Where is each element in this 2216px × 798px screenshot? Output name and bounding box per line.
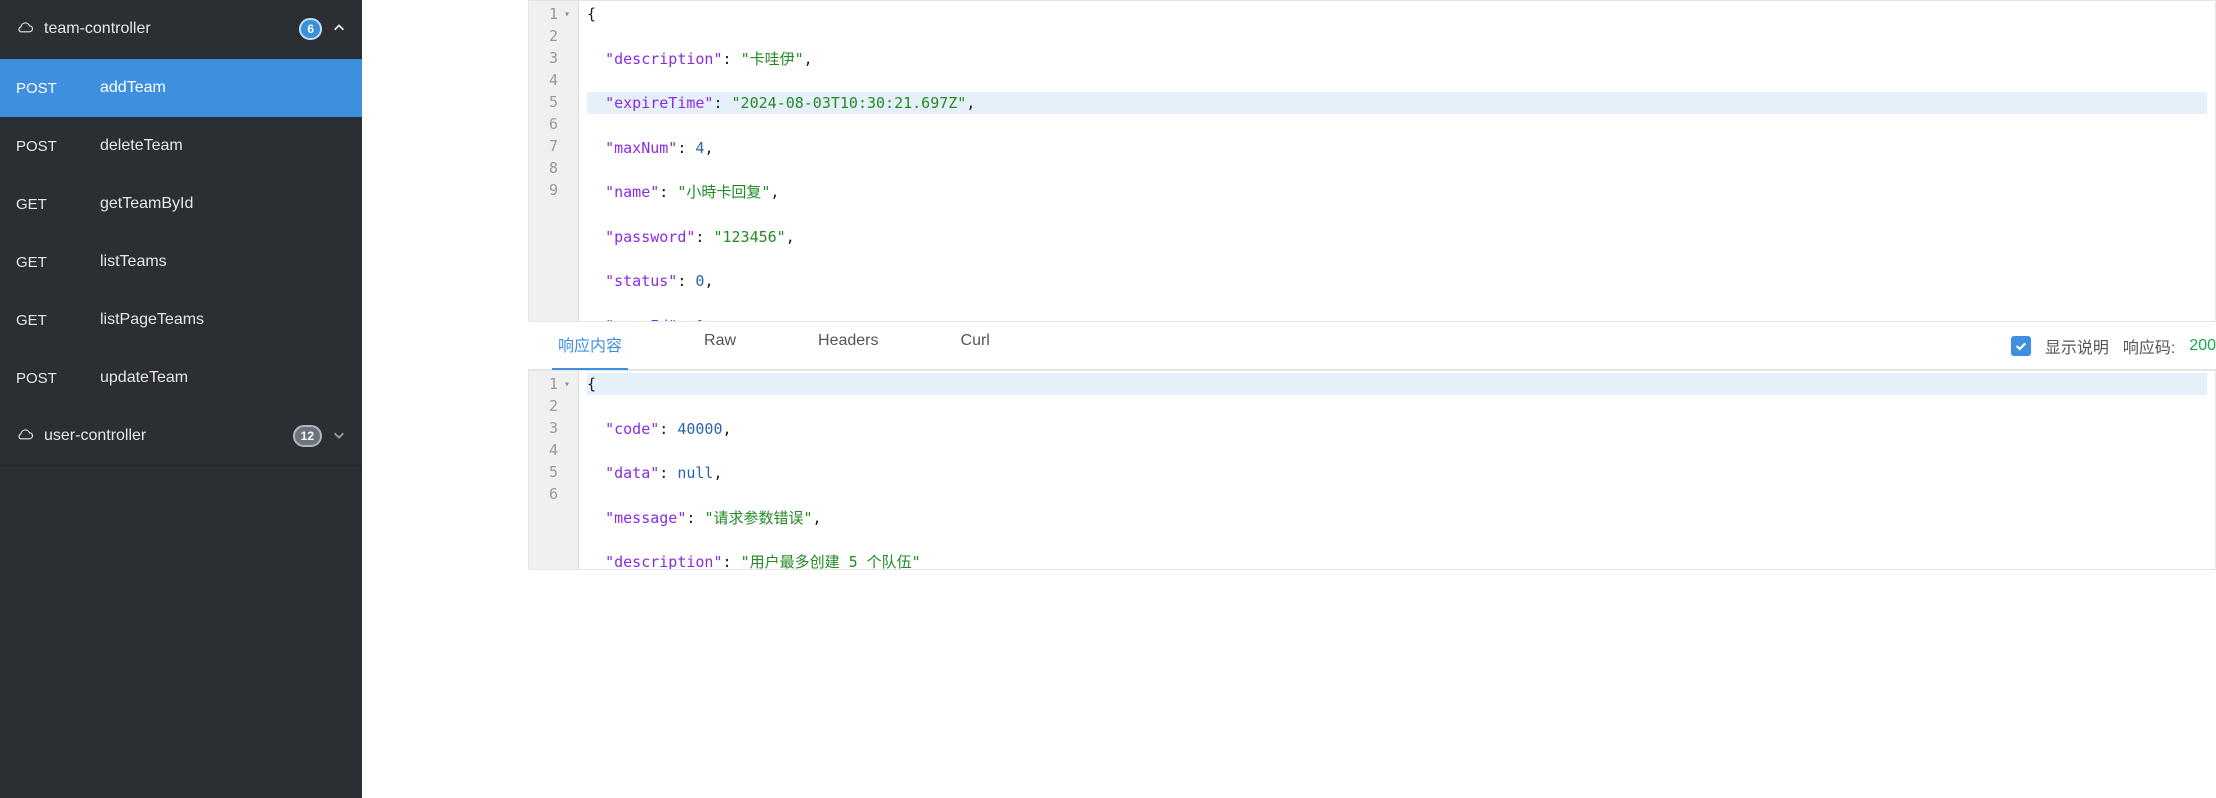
- tab-headers[interactable]: Headers: [812, 320, 884, 371]
- endpoint-count-badge: 6: [299, 18, 322, 40]
- endpoint-count-badge: 12: [293, 425, 322, 447]
- request-code[interactable]: { "description": "卡哇伊", "expireTime": "2…: [579, 1, 2215, 321]
- cloud-icon: [16, 428, 34, 444]
- response-code[interactable]: { "code": 40000, "data": null, "message"…: [579, 371, 2215, 569]
- endpoint-name: getTeamById: [100, 195, 193, 213]
- endpoint-deleteTeam[interactable]: POST deleteTeam: [0, 117, 362, 175]
- response-code-label: 响应码:: [2123, 334, 2175, 358]
- response-tabs-row: 响应内容 Raw Headers Curl 显示说明 响应码: 200: [528, 322, 2216, 370]
- method-label: GET: [16, 196, 72, 213]
- sidebar: team-controller 6 POST addTeam POST dele…: [0, 0, 362, 798]
- method-label: POST: [16, 370, 72, 387]
- endpoint-name: updateTeam: [100, 369, 188, 387]
- endpoint-name: deleteTeam: [100, 137, 183, 155]
- response-code-value: 200: [2189, 337, 2216, 355]
- method-label: POST: [16, 138, 72, 155]
- tab-raw[interactable]: Raw: [698, 320, 742, 371]
- controller-header-team[interactable]: team-controller 6: [0, 0, 362, 59]
- endpoint-listPageTeams[interactable]: GET listPageTeams: [0, 291, 362, 349]
- endpoints-list-team: POST addTeam POST deleteTeam GET getTeam…: [0, 59, 362, 407]
- controller-header-user[interactable]: user-controller 12: [0, 407, 362, 466]
- tab-curl[interactable]: Curl: [955, 320, 996, 371]
- show-description-label: 显示说明: [2045, 334, 2109, 358]
- response-body-editor[interactable]: 1▾23456 { "code": 40000, "data": null, "…: [528, 370, 2216, 570]
- response-gutter: 1▾23456: [529, 371, 579, 569]
- cloud-icon: [16, 21, 34, 37]
- endpoint-addTeam[interactable]: POST addTeam: [0, 59, 362, 117]
- endpoint-updateTeam[interactable]: POST updateTeam: [0, 349, 362, 407]
- endpoint-name: listPageTeams: [100, 311, 204, 329]
- method-label: GET: [16, 254, 72, 271]
- endpoint-getTeamById[interactable]: GET getTeamById: [0, 175, 362, 233]
- controller-name: user-controller: [44, 427, 146, 445]
- main-panel: 1▾23456789 { "description": "卡哇伊", "expi…: [362, 0, 2216, 798]
- show-description-checkbox[interactable]: [2011, 336, 2031, 356]
- endpoint-name: listTeams: [100, 253, 167, 271]
- endpoint-name: addTeam: [100, 79, 166, 97]
- method-label: GET: [16, 312, 72, 329]
- method-label: POST: [16, 80, 72, 97]
- controller-name: team-controller: [44, 20, 151, 38]
- request-body-editor[interactable]: 1▾23456789 { "description": "卡哇伊", "expi…: [528, 0, 2216, 322]
- chevron-down-icon: [332, 428, 346, 445]
- chevron-up-icon: [332, 21, 346, 38]
- request-gutter: 1▾23456789: [529, 1, 579, 321]
- endpoint-listTeams[interactable]: GET listTeams: [0, 233, 362, 291]
- response-tabs: 响应内容 Raw Headers Curl: [528, 320, 996, 371]
- tab-response-content[interactable]: 响应内容: [552, 320, 628, 371]
